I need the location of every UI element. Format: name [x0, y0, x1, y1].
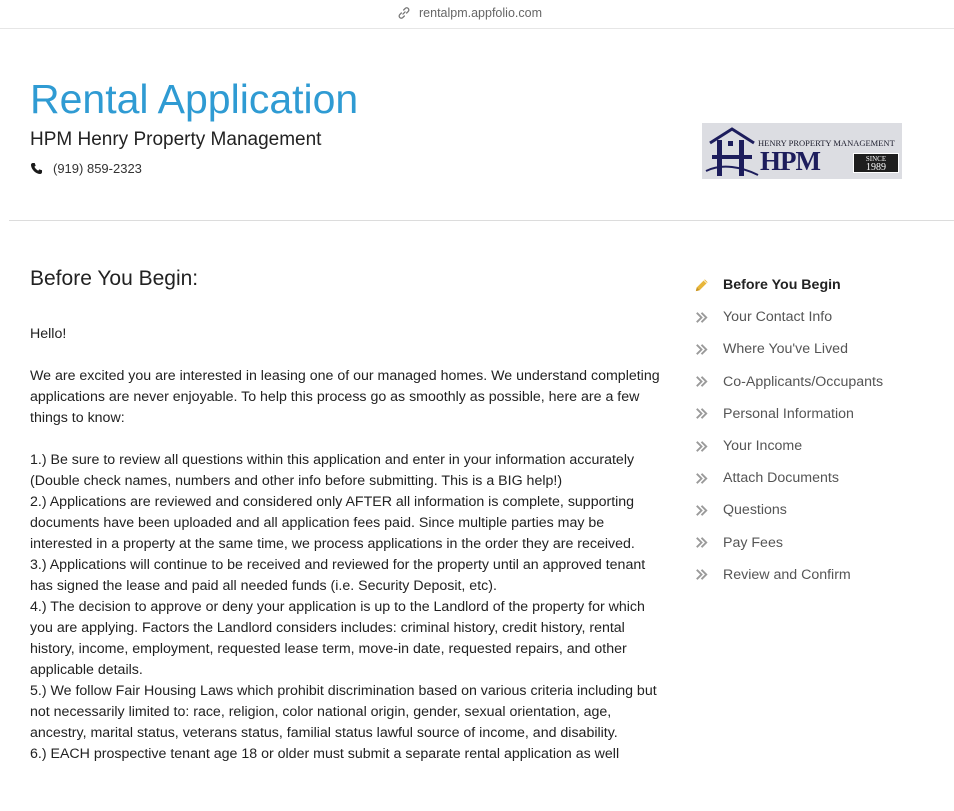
step-label: Pay Fees — [723, 534, 783, 551]
intro-text: We are excited you are interested in lea… — [30, 368, 660, 426]
company-logo: HENRY PROPERTY MANAGEMENT HPM SINCE 1989 — [702, 123, 902, 179]
step-your-contact-info[interactable]: Your Contact Info — [693, 301, 943, 333]
step-attach-documents[interactable]: Attach Documents — [693, 462, 943, 494]
browser-address-bar[interactable]: rentalpm.appfolio.com — [0, 0, 954, 29]
instruction-item: 2.) Applications are reviewed and consid… — [30, 494, 635, 552]
logo-initials: HPM — [760, 146, 821, 176]
step-where-youve-lived[interactable]: Where You've Lived — [693, 333, 943, 365]
pencil-icon — [693, 277, 723, 294]
instruction-item: 3.) Applications will continue to be rec… — [30, 557, 646, 594]
step-label: Questions — [723, 502, 787, 519]
header-divider — [9, 220, 954, 221]
double-chevron-right-icon — [693, 341, 723, 358]
step-pay-fees[interactable]: Pay Fees — [693, 527, 943, 559]
step-label: Where You've Lived — [723, 341, 848, 358]
instruction-item: 4.) The decision to approve or deny your… — [30, 599, 645, 678]
logo-since-badge: SINCE 1989 — [853, 153, 899, 173]
step-before-you-begin[interactable]: Before You Begin — [693, 269, 943, 301]
double-chevron-right-icon — [693, 470, 723, 487]
phone-icon — [30, 162, 43, 175]
step-co-applicants-occupants[interactable]: Co-Applicants/Occupants — [693, 366, 943, 398]
greeting-text: Hello! — [30, 326, 67, 342]
step-label: Personal Information — [723, 405, 854, 422]
page-title: Rental Application — [30, 76, 359, 122]
double-chevron-right-icon — [693, 373, 723, 390]
step-questions[interactable]: Questions — [693, 494, 943, 526]
step-label: Review and Confirm — [723, 566, 851, 583]
logo-since-year: 1989 — [866, 162, 886, 173]
address-bar-content[interactable]: rentalpm.appfolio.com — [397, 5, 542, 21]
link-icon — [398, 7, 410, 19]
step-your-income[interactable]: Your Income — [693, 430, 943, 462]
step-label: Before You Begin — [723, 277, 841, 294]
double-chevron-right-icon — [693, 309, 723, 326]
step-label: Your Income — [723, 438, 803, 455]
section-heading: Before You Begin: — [30, 267, 199, 290]
company-name: HPM Henry Property Management — [30, 129, 322, 150]
phone-number: (919) 859-2323 — [53, 161, 142, 176]
double-chevron-right-icon — [693, 438, 723, 455]
instructions-text: Hello! We are excited you are interested… — [30, 324, 666, 765]
step-label: Your Contact Info — [723, 309, 833, 326]
step-personal-information[interactable]: Personal Information — [693, 398, 943, 430]
double-chevron-right-icon — [693, 534, 723, 551]
url-text: rentalpm.appfolio.com — [419, 6, 542, 20]
double-chevron-right-icon — [693, 502, 723, 519]
instruction-item: 5.) We follow Fair Housing Laws which pr… — [30, 683, 657, 741]
application-steps-nav: Before You Begin Your Contact Info Where… — [693, 269, 943, 591]
company-phone[interactable]: (919) 859-2323 — [30, 161, 142, 176]
instruction-item: 6.) EACH prospective tenant age 18 or ol… — [30, 746, 620, 762]
step-review-and-confirm[interactable]: Review and Confirm — [693, 559, 943, 591]
step-label: Attach Documents — [723, 470, 839, 487]
double-chevron-right-icon — [693, 405, 723, 422]
instruction-item: 1.) Be sure to review all questions with… — [30, 452, 635, 489]
step-label: Co-Applicants/Occupants — [723, 373, 884, 390]
double-chevron-right-icon — [693, 566, 723, 583]
